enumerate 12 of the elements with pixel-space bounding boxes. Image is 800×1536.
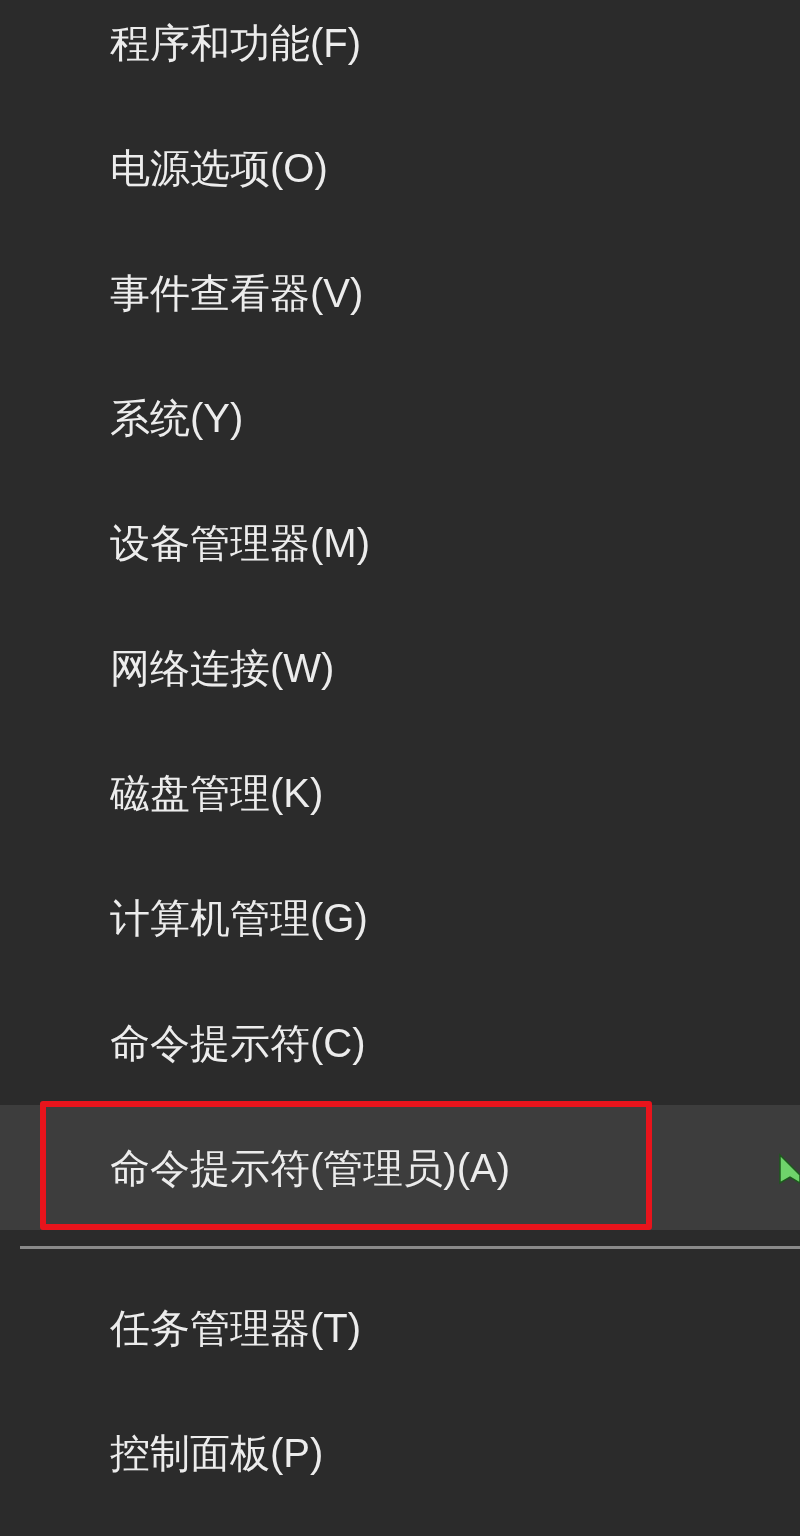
menu-item[interactable]: 计算机管理(G) (0, 855, 800, 980)
menu-item[interactable]: 任务管理器(T) (0, 1265, 800, 1390)
menu-item[interactable]: 程序和功能(F) (0, 0, 800, 105)
menu-item[interactable]: 电源选项(O) (0, 105, 800, 230)
menu-item[interactable]: 命令提示符(C) (0, 980, 800, 1105)
menu-item[interactable]: 设备管理器(M) (0, 480, 800, 605)
menu-item[interactable]: 网络连接(W) (0, 605, 800, 730)
menu-item[interactable]: 事件查看器(V) (0, 230, 800, 355)
menu-item[interactable]: 系统(Y) (0, 355, 800, 480)
cursor-icon (778, 1153, 800, 1187)
menu-item[interactable]: 控制面板(P) (0, 1390, 800, 1515)
menu-item[interactable]: 磁盘管理(K) (0, 730, 800, 855)
